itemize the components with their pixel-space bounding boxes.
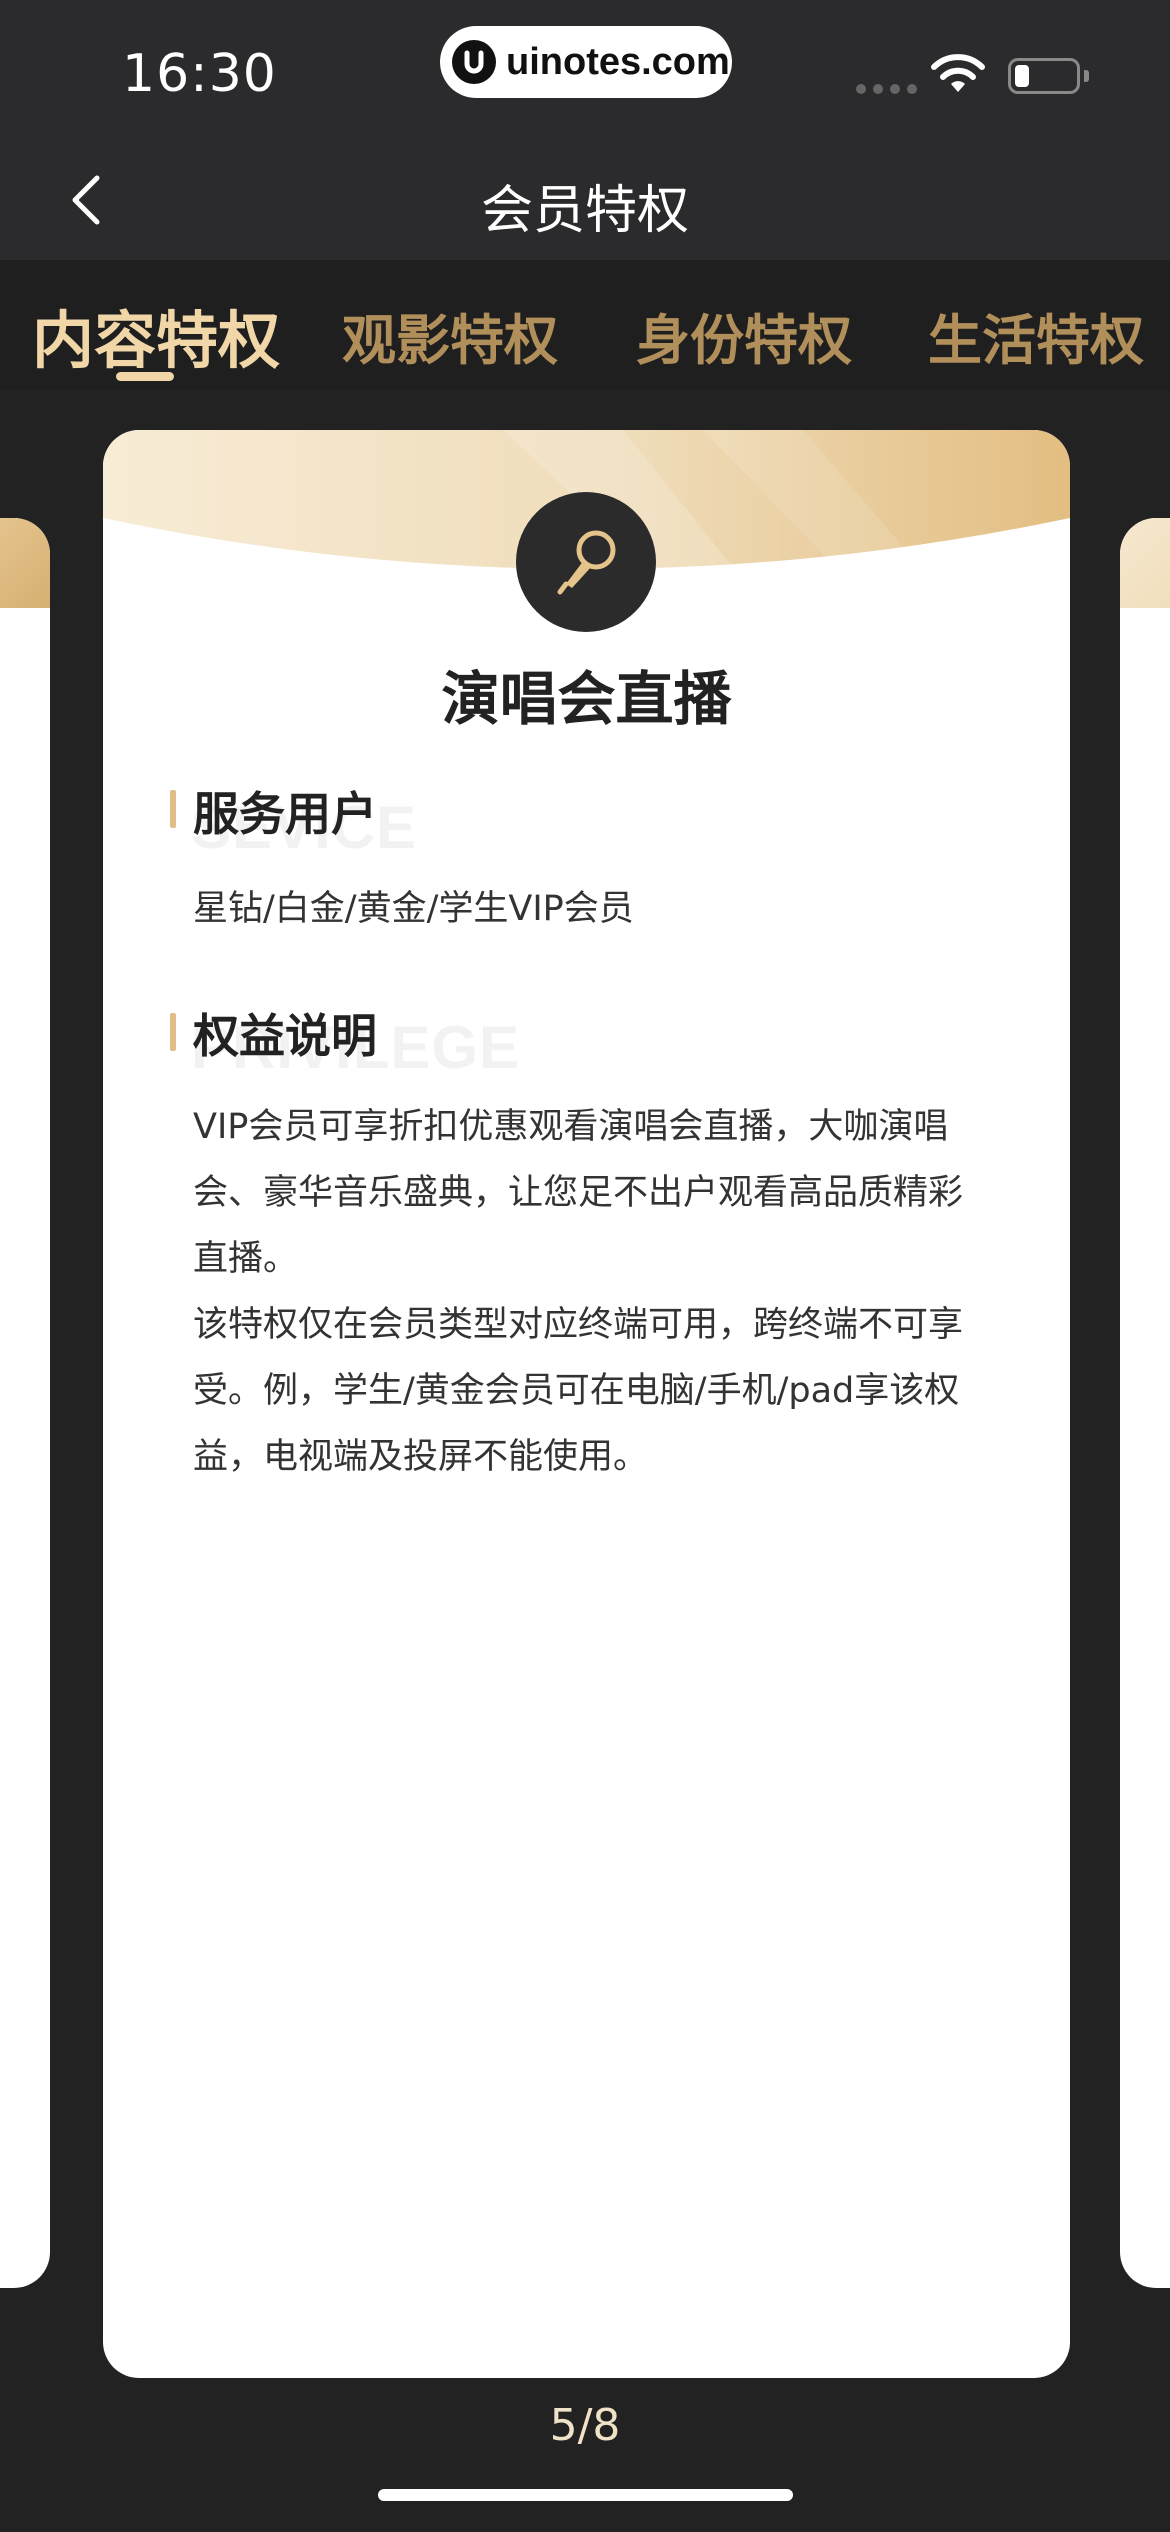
tab-viewing-privilege[interactable]: 观影特权 [342,296,558,375]
previous-card-peek[interactable] [0,518,50,2288]
privilege-paragraph-2: 该特权仅在会员类型对应终端可用，跨终端不可享受。例，学生/黄金会员可在电脑/手机… [193,1305,964,1477]
active-tab-indicator [116,372,174,381]
privilege-paragraph-1: VIP会员可享折扣优惠观看演唱会直播，大咖演唱会、豪华音乐盛典，让您足不出户观看… [193,1107,964,1279]
service-users-heading: 服务用户 [193,787,377,841]
nav-bar: 会员特权 [0,140,1170,260]
privilege-description-text: VIP会员可享折扣优惠观看演唱会直播，大咖演唱会、豪华音乐盛典，让您足不出户观看… [193,1094,983,1490]
privilege-card: 演唱会直播 SEVICE 服务用户 星钻/白金/黄金/学生VIP会员 PRIVI… [103,430,1070,2378]
battery-cap [1084,70,1089,82]
card-title: 演唱会直播 [441,665,732,733]
tab-life-privilege[interactable]: 生活特权 [928,296,1144,375]
next-card-peek[interactable] [1120,518,1170,2288]
status-time: 16:30 [122,44,277,104]
page-indicator: 5/8 [549,2400,621,2451]
battery-icon [1008,58,1080,94]
privilege-tabs: 内容特权 观影特权 身份特权 生活特权 [0,260,1170,390]
status-bar: 16:30 uinotes.com [0,0,1170,140]
service-users-text: 星钻/白金/黄金/学生VIP会员 [193,889,634,929]
signal-icon [856,84,917,94]
url-pill[interactable]: uinotes.com [440,26,732,98]
url-text: uinotes.com [506,40,730,83]
uinotes-logo-icon [452,40,496,84]
section-marker [170,1013,176,1051]
wifi-icon [930,52,986,100]
privilege-description-heading: 权益说明 [193,1009,377,1063]
home-indicator[interactable] [378,2489,793,2501]
microphone-icon [516,492,656,632]
tab-content-privilege[interactable]: 内容特权 [32,290,280,380]
page-title: 会员特权 [480,181,689,241]
section-marker [170,790,176,828]
tab-identity-privilege[interactable]: 身份特权 [636,296,852,375]
